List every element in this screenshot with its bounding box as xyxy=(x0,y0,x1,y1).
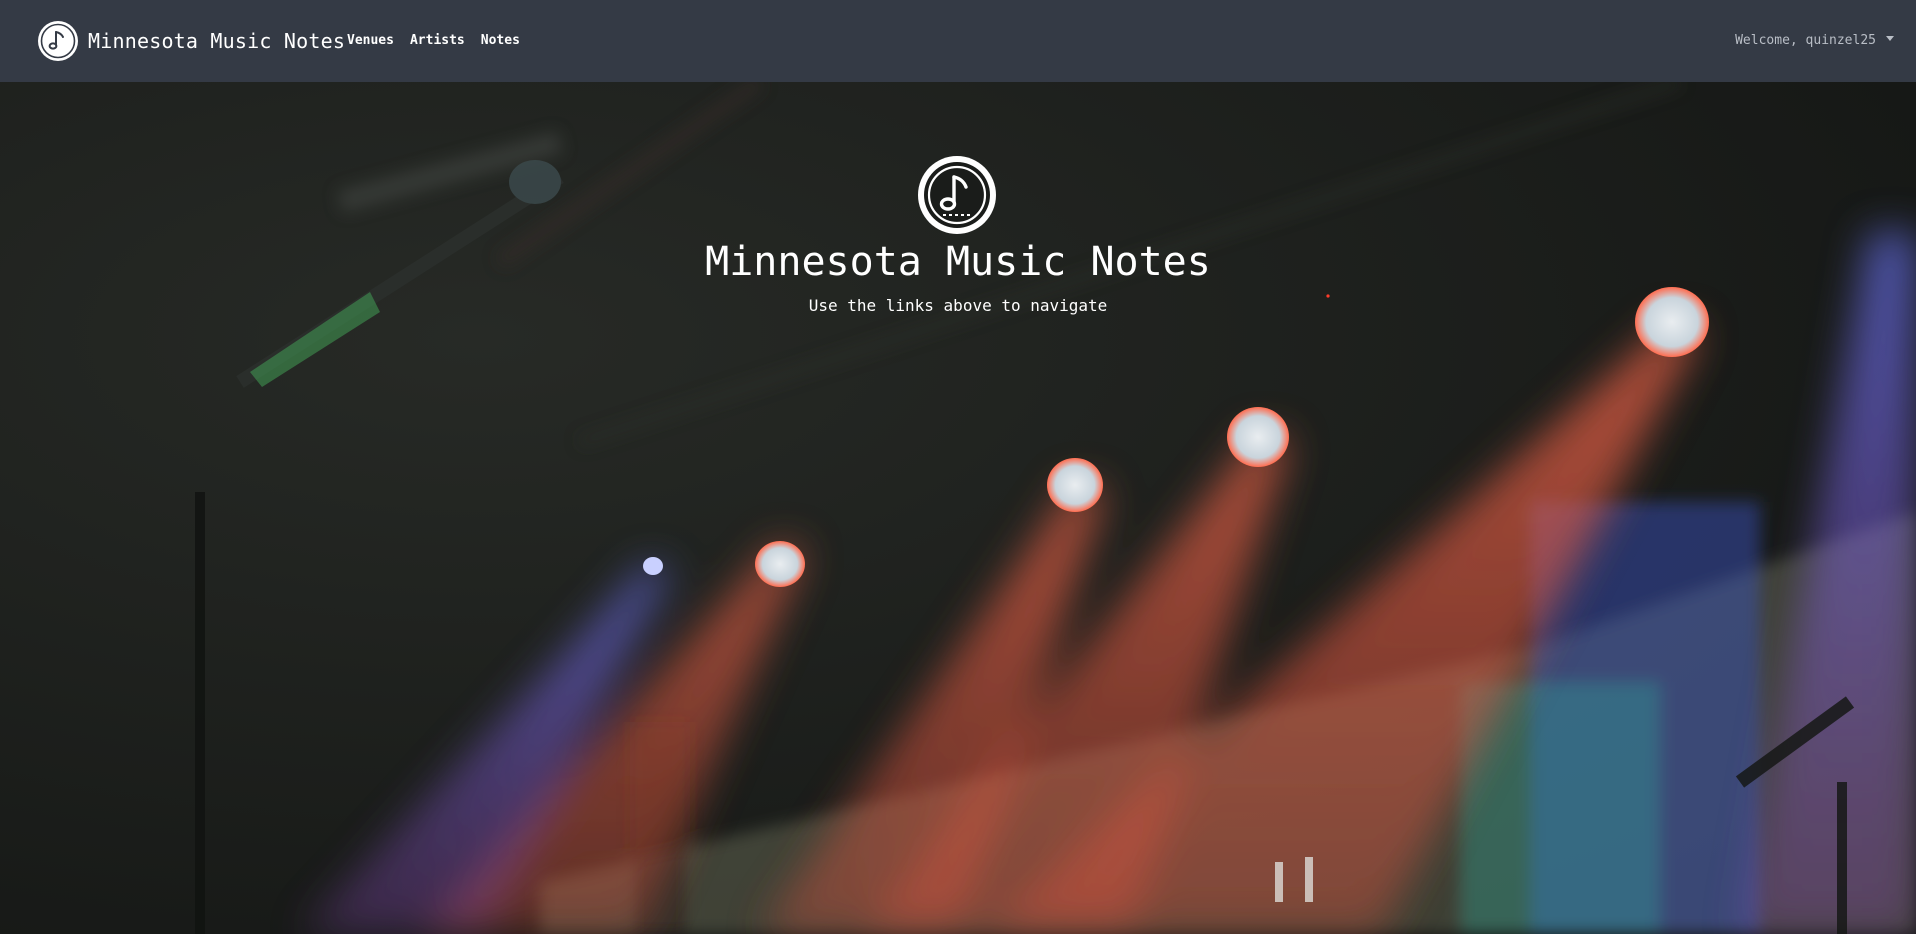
user-menu-toggle[interactable]: Welcome, quinzel25 xyxy=(1735,33,1894,48)
nav-link-venues[interactable]: Venues xyxy=(347,33,394,48)
brand-name: Minnesota Music Notes xyxy=(88,29,346,53)
music-note-logo-icon xyxy=(918,156,996,234)
hero-title: Minnesota Music Notes xyxy=(705,239,1211,285)
nav-link-notes[interactable]: Notes xyxy=(481,33,520,48)
top-navbar: Minnesota Music Notes Venues Artists Not… xyxy=(0,0,1916,82)
hero-subtitle: Use the links above to navigate xyxy=(808,296,1108,315)
nav-link-artists[interactable]: Artists xyxy=(410,33,465,48)
caret-down-icon xyxy=(1886,36,1894,41)
music-note-logo-icon xyxy=(38,21,78,61)
main-nav: Venues Artists Notes xyxy=(347,33,520,48)
brand-link[interactable]: Minnesota Music Notes xyxy=(37,20,345,62)
hero-section: Minnesota Music Notes Use the links abov… xyxy=(0,82,1916,934)
welcome-text: Welcome, quinzel25 xyxy=(1735,33,1876,48)
